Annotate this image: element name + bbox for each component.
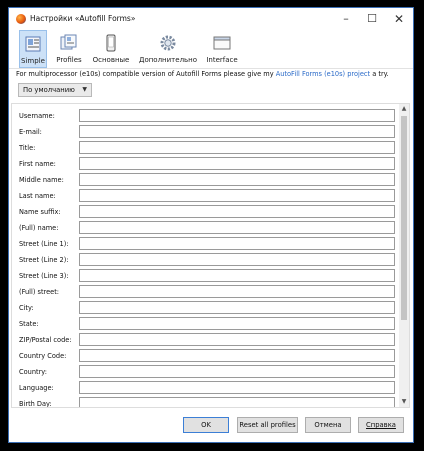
field-label: Street (Line 2): [19,256,69,264]
window-title: Настройки «Autofill Forms» [30,14,136,23]
street-line1-input[interactable] [79,237,395,250]
close-button[interactable]: ✕ [386,11,412,27]
field-row: Birth Day: [12,397,402,408]
title-input[interactable] [79,141,395,154]
birth-day-input[interactable] [79,397,395,407]
simple-profile-icon [25,36,41,52]
field-label: Birth Day: [19,400,52,408]
preferences-window: Настройки «Autofill Forms» – ☐ ✕ Simple … [8,7,414,443]
preferences-toolbar: Simple Profiles Основные Дополнительно I… [9,30,413,69]
scrollbar-thumb[interactable] [401,116,407,320]
field-row: Country Code: [12,349,402,364]
country-input[interactable] [79,365,395,378]
field-label: Country: [19,368,47,376]
tab-advanced[interactable]: Дополнительно [137,30,199,68]
field-label: Country Code: [19,352,67,360]
state-input[interactable] [79,317,395,330]
fields-scrollbar[interactable]: ▲ ▼ [399,104,409,407]
name-suffix-input[interactable] [79,205,395,218]
field-row: Name suffix: [12,205,402,220]
city-input[interactable] [79,301,395,314]
field-row: State: [12,317,402,332]
zip-postal-code-input[interactable] [79,333,395,346]
field-row: Street (Line 2): [12,253,402,268]
field-label: Name suffix: [19,208,61,216]
phone-main-icon [106,34,116,52]
profiles-icon [60,34,77,50]
gear-icon [160,35,176,51]
field-row: Language: [12,381,402,396]
field-label: Middle name: [19,176,64,184]
field-row: Street (Line 3): [12,269,402,284]
profile-fields-panel: Username: E-mail: Title: First name: Mid… [11,103,410,408]
last-name-input[interactable] [79,189,395,202]
scroll-down-icon[interactable]: ▼ [399,397,409,407]
field-row: Street (Line 1): [12,237,402,252]
field-label: City: [19,304,34,312]
field-row: Title: [12,141,402,156]
street-line2-input[interactable] [79,253,395,266]
profile-dropdown-value: По умолчанию [23,86,75,94]
field-label: First name: [19,160,56,168]
field-row: ZIP/Postal code: [12,333,402,348]
full-name-input[interactable] [79,221,395,234]
field-label: E-mail: [19,128,42,136]
field-row: City: [12,301,402,316]
field-row: First name: [12,157,402,172]
middle-name-input[interactable] [79,173,395,186]
notice-prefix: For multiprocessor (e10s) compatible ver… [16,70,274,78]
field-label: (Full) name: [19,224,59,232]
help-button[interactable]: Справка [358,417,404,433]
cancel-button[interactable]: Отмена [305,417,351,433]
tab-profiles[interactable]: Profiles [53,30,85,68]
ok-button[interactable]: OK [183,417,229,433]
tab-main-label: Основные [92,56,130,64]
window-interface-icon [213,36,231,50]
email-input[interactable] [79,125,395,138]
minimize-button[interactable]: – [333,11,359,27]
scroll-up-icon[interactable]: ▲ [399,104,409,114]
field-label: Username: [19,112,55,120]
country-code-input[interactable] [79,349,395,362]
field-label: Street (Line 1): [19,240,69,248]
tab-advanced-label: Дополнительно [138,56,198,64]
field-label: ZIP/Postal code: [19,336,72,344]
field-row: (Full) street: [12,285,402,300]
tab-simple-label: Simple [21,57,45,65]
language-input[interactable] [79,381,395,394]
field-label: Last name: [19,192,56,200]
title-bar[interactable]: Настройки «Autofill Forms» – ☐ ✕ [9,8,413,30]
chevron-down-icon: ▼ [82,86,87,93]
tab-interface[interactable]: Interface [205,30,239,68]
field-row: Country: [12,365,402,380]
field-row: Last name: [12,189,402,204]
tab-profiles-label: Profiles [56,56,82,64]
field-row: (Full) name: [12,221,402,236]
tab-simple[interactable]: Simple [19,30,47,68]
field-label: Street (Line 3): [19,272,69,280]
field-label: (Full) street: [19,288,60,296]
field-row: E-mail: [12,125,402,140]
full-street-input[interactable] [79,285,395,298]
reset-all-profiles-button[interactable]: Reset all profiles [237,417,298,433]
e10s-project-link[interactable]: AutoFill Forms (e10s) project [276,70,370,78]
maximize-button[interactable]: ☐ [359,11,385,27]
field-label: Title: [19,144,36,152]
e10s-notice: For multiprocessor (e10s) compatible ver… [16,70,389,78]
tab-main[interactable]: Основные [91,30,131,68]
field-label: State: [19,320,39,328]
field-row: Username: [12,109,402,124]
first-name-input[interactable] [79,157,395,170]
firefox-app-icon [16,14,26,24]
field-row: Middle name: [12,173,402,188]
field-label: Language: [19,384,54,392]
tab-interface-label: Interface [206,56,238,64]
street-line3-input[interactable] [79,269,395,282]
username-input[interactable] [79,109,395,122]
profile-dropdown[interactable]: По умолчанию ▼ [18,83,92,97]
notice-suffix: a try. [372,70,389,78]
